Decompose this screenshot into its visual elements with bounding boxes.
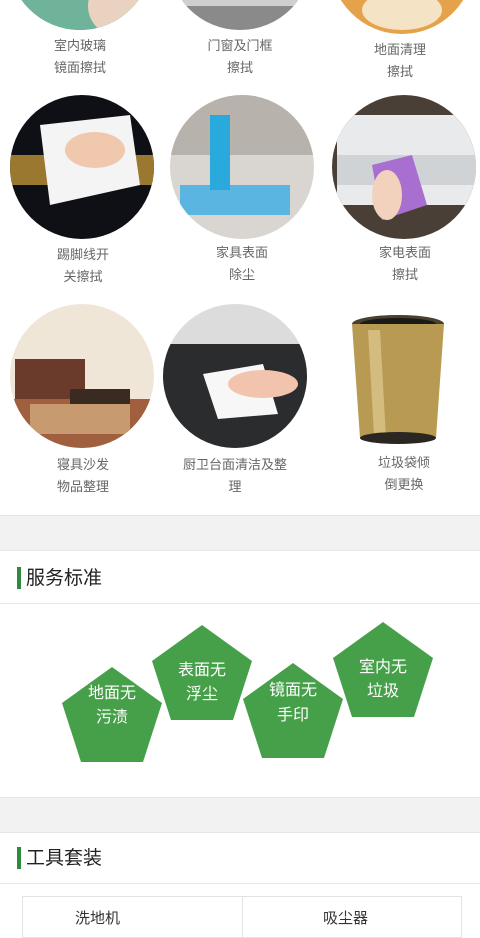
tool-cell: 洗地机: [75, 909, 121, 927]
service-image-baseboard: [10, 95, 154, 239]
service-image-kitchen: [163, 304, 307, 448]
cell-divider: [242, 897, 243, 937]
service-image-bedding: [10, 304, 154, 448]
section-separator: [0, 515, 480, 551]
service-caption: 寝具沙发 物品整理: [56, 458, 109, 495]
tools-table: 洗地机 吸尘器: [22, 896, 462, 938]
service-caption: 家具表面 除尘: [215, 246, 268, 283]
service-caption: 地面清理 擦拭: [373, 43, 426, 80]
service-image-furniture: [170, 95, 314, 239]
service-caption: 门窗及门框 擦拭: [207, 39, 273, 76]
service-caption: 踢脚线开 关擦拭: [56, 248, 109, 285]
service-image-doors: [168, 0, 312, 30]
standard-badge: 地面无 污渍: [62, 667, 162, 762]
service-image-trash-bin: [350, 314, 446, 448]
service-image-glass: [8, 0, 152, 30]
section-title: 服务标准: [26, 567, 103, 589]
service-caption: 垃圾袋倾 倒更换: [377, 456, 430, 493]
tool-kit-heading: 工具套装: [0, 831, 480, 884]
section-separator: [0, 797, 480, 833]
standard-badge: 表面无 浮尘: [152, 625, 252, 720]
service-image-appliance: [332, 95, 476, 239]
standard-badge: 镜面无 手印: [243, 663, 343, 758]
standard-badge: 室内无 垃圾: [333, 622, 433, 717]
service-image-floor: [330, 0, 474, 34]
service-caption: 家电表面 擦拭: [378, 246, 431, 283]
tool-cell: 吸尘器: [323, 909, 369, 927]
section-title: 工具套装: [26, 847, 103, 869]
service-caption: 室内玻璃 镜面擦拭: [53, 39, 106, 76]
services-grid: 室内玻璃 镜面擦拭 门窗及门框 擦拭 地面清理 擦拭 踢脚线开 关擦拭 家具表面 除尘 家…: [0, 0, 480, 515]
heading-accent-bar: [17, 567, 21, 589]
service-standards-heading: 服务标准: [0, 551, 480, 604]
heading-accent-bar: [17, 847, 21, 869]
service-caption: 厨卫台面清洁及整理: [182, 458, 287, 495]
